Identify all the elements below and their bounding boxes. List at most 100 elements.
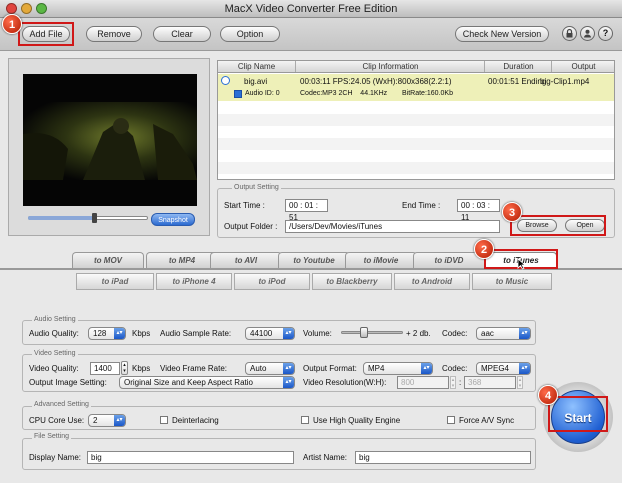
audio-codec-value: aac bbox=[481, 329, 494, 338]
video-frame-rate-select[interactable]: Auto ▴▾ bbox=[245, 362, 295, 375]
high-quality-engine-checkbox[interactable] bbox=[301, 416, 309, 424]
tab-to-youtube[interactable]: to Youtube bbox=[278, 252, 350, 269]
video-codec-label: Codec: bbox=[442, 364, 468, 373]
header-output: Output bbox=[571, 62, 596, 71]
volume-slider[interactable] bbox=[341, 327, 403, 338]
start-time-field[interactable]: 00 : 01 : 51 bbox=[285, 199, 328, 222]
output-image-setting-label: Output Image Setting: bbox=[29, 378, 107, 387]
display-name-field[interactable]: big bbox=[87, 451, 294, 464]
video-setting-title: Video Setting bbox=[32, 350, 78, 357]
audio-quality-label: Audio Quality: bbox=[29, 329, 79, 338]
snapshot-button[interactable]: Snapshot bbox=[151, 213, 195, 226]
zoom-window-button[interactable] bbox=[36, 3, 47, 14]
subtab-to-music[interactable]: to Music bbox=[472, 273, 552, 290]
start-time-label: Start Time : bbox=[224, 201, 265, 210]
clip-info: 00:03:11 FPS:24.05 (WxH):800x368(2.2:1) bbox=[300, 77, 452, 86]
audio-codec-select[interactable]: aac ▴▾ bbox=[476, 327, 531, 340]
volume-track bbox=[341, 331, 403, 334]
lock-icon[interactable] bbox=[562, 26, 577, 41]
tab-to-mov[interactable]: to MOV bbox=[72, 252, 144, 269]
resolution-width-field[interactable]: 800 bbox=[397, 376, 449, 389]
chevron-updown-icon: ▴▾ bbox=[519, 363, 530, 374]
audio-sample-rate-select[interactable]: 44100 ▴▾ bbox=[245, 327, 295, 340]
video-quality-stepper[interactable]: ▴ ▾ bbox=[121, 361, 128, 375]
force-av-sync-checkbox[interactable] bbox=[447, 416, 455, 424]
device-subtabs: to iPad to iPhone 4 to iPod to Blackberr… bbox=[0, 273, 622, 291]
check-new-version-button[interactable]: Check New Version bbox=[455, 26, 549, 42]
start-button-highlight bbox=[548, 396, 608, 432]
cpu-core-select[interactable]: 2 ▴▾ bbox=[88, 414, 126, 427]
resolution-height-stepper[interactable]: ▴ ▾ bbox=[517, 376, 523, 389]
chevron-updown-icon: ▴▾ bbox=[283, 363, 294, 374]
table-empty-rows bbox=[218, 102, 614, 179]
table-row[interactable]: big.avi 00:03:11 FPS:24.05 (WxH):800x368… bbox=[218, 74, 614, 101]
video-frame-rate-value: Auto bbox=[250, 364, 267, 373]
deinterlacing-checkbox[interactable] bbox=[160, 416, 168, 424]
help-icon[interactable]: ? bbox=[598, 26, 613, 41]
minimize-window-button[interactable] bbox=[21, 3, 32, 14]
add-file-highlight bbox=[18, 22, 74, 46]
resolution-height-field[interactable]: 368 bbox=[464, 376, 516, 389]
audio-sample-rate-value: 44100 bbox=[250, 329, 273, 338]
output-folder-label: Output Folder : bbox=[224, 222, 278, 231]
tab-to-idvd[interactable]: to iDVD bbox=[413, 252, 485, 269]
clip-output: big-Clip1.mp4 bbox=[540, 77, 590, 86]
seek-handle[interactable] bbox=[92, 213, 97, 223]
resolution-width-stepper[interactable]: ▴ ▾ bbox=[450, 376, 456, 389]
subtab-to-android[interactable]: to Android bbox=[394, 273, 470, 290]
chevron-updown-icon: ▴▾ bbox=[519, 328, 530, 339]
video-codec-select[interactable]: MPEG4 ▴▾ bbox=[476, 362, 531, 375]
header-clip-information: Clip Information bbox=[297, 61, 485, 72]
cpu-core-label: CPU Core Use: bbox=[29, 416, 85, 425]
subtab-to-iphone4[interactable]: to iPhone 4 bbox=[156, 273, 232, 290]
user-icon[interactable] bbox=[580, 26, 595, 41]
header-duration: Duration bbox=[486, 61, 552, 72]
chevron-updown-icon: ▴▾ bbox=[283, 377, 294, 388]
subtab-to-ipad[interactable]: to iPad bbox=[76, 273, 154, 290]
output-folder-field[interactable]: /Users/Dev/Movies/iTunes bbox=[285, 220, 500, 233]
output-format-select[interactable]: MP4 ▴▾ bbox=[363, 362, 433, 375]
chevron-updown-icon: ▴▾ bbox=[114, 415, 125, 426]
window-title: MacX Video Converter Free Edition bbox=[224, 3, 398, 15]
format-tabs: to MOV to MP4 to AVI to Youtube to iMovi… bbox=[0, 249, 622, 269]
tab-to-imovie[interactable]: to iMovie bbox=[345, 252, 417, 269]
output-image-setting-select[interactable]: Original Size and Keep Aspect Ratio ▴▾ bbox=[119, 376, 295, 389]
step-badge-1: 1 bbox=[2, 14, 22, 34]
audio-quality-select[interactable]: 128 ▴▾ bbox=[88, 327, 126, 340]
toolbar: Add File Remove Clear Option Check New V… bbox=[0, 18, 622, 51]
step-badge-2: 2 bbox=[474, 239, 494, 259]
close-window-button[interactable] bbox=[6, 3, 17, 14]
subtab-to-blackberry[interactable]: to Blackberry bbox=[312, 273, 392, 290]
seek-slider[interactable] bbox=[28, 213, 148, 223]
audio-codec-label: Codec: bbox=[442, 329, 468, 338]
header-clip-name: Clip Name bbox=[218, 61, 296, 72]
option-button[interactable]: Option bbox=[220, 26, 280, 42]
end-time-field[interactable]: 00 : 03 : 11 bbox=[457, 199, 500, 222]
volume-handle[interactable] bbox=[359, 327, 368, 338]
artist-name-label: Artist Name: bbox=[303, 453, 348, 462]
subtab-to-ipod[interactable]: to iPod bbox=[234, 273, 310, 290]
output-image-setting-value: Original Size and Keep Aspect Ratio bbox=[124, 378, 253, 387]
end-time-label: End Time : bbox=[402, 201, 441, 210]
audio-track-checkbox[interactable] bbox=[234, 90, 242, 98]
expand-icon[interactable] bbox=[221, 76, 230, 85]
clear-button[interactable]: Clear bbox=[153, 26, 211, 42]
seek-track-fill bbox=[28, 216, 94, 220]
video-frame-rate-label: Video Frame Rate: bbox=[160, 364, 227, 373]
chevron-updown-icon: ▴▾ bbox=[114, 328, 125, 339]
audio-info: Codec:MP3 2CH 44.1KHz bbox=[300, 90, 388, 97]
high-quality-engine-label: Use High Quality Engine bbox=[313, 416, 401, 425]
tab-to-mp4[interactable]: to MP4 bbox=[146, 252, 218, 269]
output-setting-title: Output Setting bbox=[232, 184, 281, 191]
video-quality-label: Video Quality: bbox=[29, 364, 79, 373]
cpu-core-value: 2 bbox=[93, 416, 98, 425]
video-quality-field[interactable]: 1400 bbox=[90, 362, 120, 375]
force-av-sync-label: Force A/V Sync bbox=[459, 416, 515, 425]
table-header: Clip Name Clip Information Duration Outp… bbox=[218, 61, 614, 73]
clip-name: big.avi bbox=[244, 77, 268, 86]
artist-name-field[interactable]: big bbox=[355, 451, 531, 464]
audio-kbps-label: Kbps bbox=[132, 329, 151, 338]
tab-to-avi[interactable]: to AVI bbox=[210, 252, 282, 269]
remove-button[interactable]: Remove bbox=[86, 26, 142, 42]
volume-label: Volume: bbox=[303, 329, 332, 338]
